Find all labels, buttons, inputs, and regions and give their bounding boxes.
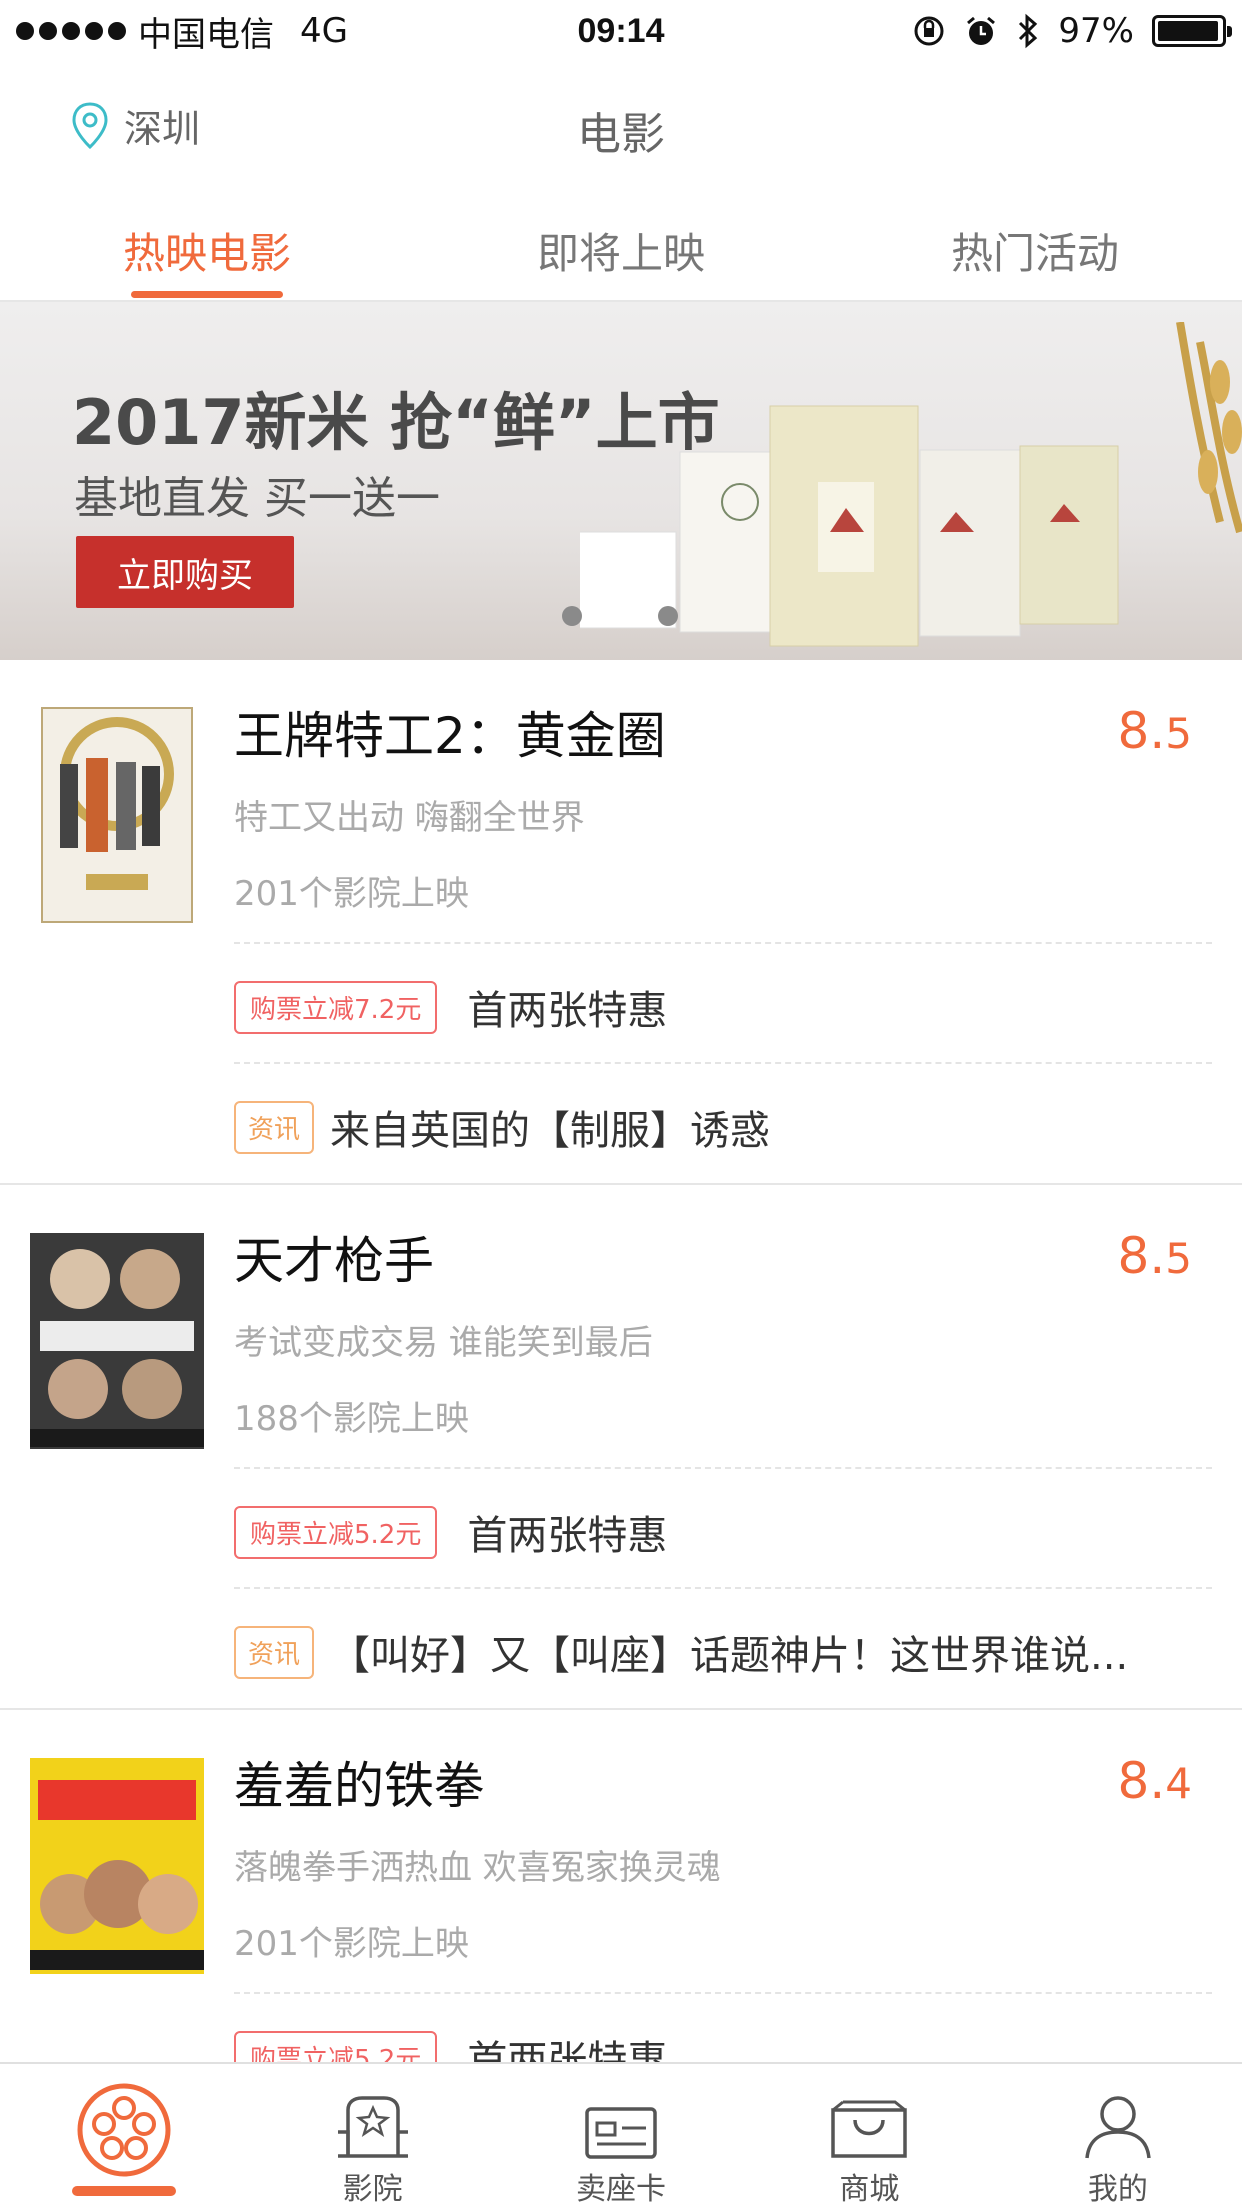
active-tab-indicator xyxy=(131,291,283,298)
location-pin-icon xyxy=(72,101,108,149)
promo-text: 首两张特惠 xyxy=(467,1513,668,1559)
battery-level xyxy=(1158,21,1219,41)
carousel-dot-active[interactable] xyxy=(610,606,630,626)
shopping-bag-icon xyxy=(831,2100,908,2158)
tab-mall[interactable]: 商城 xyxy=(745,2064,993,2208)
tab-card[interactable]: 卖座卡 xyxy=(497,2064,745,2208)
movie-poster xyxy=(30,1758,204,1974)
tab-label: 我的 xyxy=(1087,2172,1148,2207)
cinema-count: 188个影院上映 xyxy=(234,1399,469,1439)
page-title: 电影 xyxy=(577,109,665,160)
divider xyxy=(234,1587,1212,1589)
news-text: 来自英国的【制服】诱惑 xyxy=(330,1108,771,1154)
promo-row[interactable]: 购票立减5.2元 首两张特惠 xyxy=(234,1503,667,1561)
movie-score: 8.5 xyxy=(1117,702,1192,760)
divider xyxy=(234,1467,1212,1469)
news-badge: 资讯 xyxy=(234,1625,315,1679)
tab-hot-events[interactable]: 热门活动 xyxy=(828,190,1242,300)
movie-score: 8.4 xyxy=(1117,1752,1192,1810)
film-reel-icon xyxy=(77,2083,171,2177)
cinema-seat-icon xyxy=(337,2096,408,2158)
card-icon xyxy=(585,2107,657,2159)
cinema-count: 201个影院上映 xyxy=(234,874,469,914)
tab-home[interactable] xyxy=(0,2064,248,2208)
buy-now-button[interactable]: 立即购买 xyxy=(76,536,294,608)
movie-item[interactable]: 王牌特工2：黄金圈 8.5 特工又出动 嗨翻全世界 201个影院上映 购票立减7… xyxy=(0,660,1242,1185)
carousel-dot[interactable] xyxy=(658,606,678,626)
promo-badge: 购票立减7.2元 xyxy=(234,980,438,1034)
nav-bar: 深圳 电影 xyxy=(0,62,1242,190)
carousel-dot[interactable] xyxy=(562,606,582,626)
promo-badge: 购票立减5.2元 xyxy=(234,2030,438,2062)
tab-mine[interactable]: 我的 xyxy=(994,2064,1242,2208)
movie-title: 天才枪手 xyxy=(234,1232,434,1290)
carousel-indicator xyxy=(562,606,678,626)
status-bar: 中国电信 4G 09:14 97% xyxy=(0,0,1242,62)
bottom-tab-bar: 影院 卖座卡 商城 我的 xyxy=(0,2062,1242,2208)
movie-score: 8.5 xyxy=(1117,1227,1192,1285)
active-tab-indicator xyxy=(72,2186,177,2196)
movie-tabs: 热映电影 即将上映 热门活动 xyxy=(0,190,1242,302)
tab-label: 卖座卡 xyxy=(576,2172,667,2207)
tab-cinema[interactable]: 影院 xyxy=(248,2064,496,2208)
divider xyxy=(234,942,1212,944)
city-name: 深圳 xyxy=(124,107,201,151)
news-row[interactable]: 资讯 【叫好】又【叫座】话题神片！这世界谁说... xyxy=(234,1623,1194,1681)
promo-badge: 购票立减5.2元 xyxy=(234,1505,438,1559)
cinema-count: 201个影院上映 xyxy=(234,1924,469,1964)
promo-banner[interactable]: 2017新米 抢“鲜”上市 基地直发 买一送一 立即购买 xyxy=(0,302,1242,660)
battery-icon xyxy=(1152,15,1232,47)
tab-label: 即将上映 xyxy=(536,229,705,278)
tab-label: 商城 xyxy=(839,2172,900,2207)
movie-poster xyxy=(41,707,193,923)
divider xyxy=(234,1062,1212,1064)
movie-description: 特工又出动 嗨翻全世界 xyxy=(234,798,585,838)
news-badge: 资讯 xyxy=(234,1100,315,1154)
movie-description: 落魄拳手洒热血 欢喜冤家换灵魂 xyxy=(234,1848,721,1888)
promo-text: 首两张特惠 xyxy=(467,2038,668,2062)
movie-item[interactable]: 天才枪手 8.5 考试变成交易 谁能笑到最后 188个影院上映 购票立减5.2元… xyxy=(0,1185,1242,1710)
banner-subtitle: 基地直发 买一送一 xyxy=(74,473,440,524)
movie-description: 考试变成交易 谁能笑到最后 xyxy=(234,1323,653,1363)
promo-row[interactable]: 购票立减5.2元 首两张特惠 xyxy=(234,2028,667,2062)
user-icon xyxy=(1085,2096,1151,2159)
clock: 09:14 xyxy=(577,12,665,50)
movie-poster xyxy=(30,1233,204,1449)
news-row[interactable]: 资讯 来自英国的【制服】诱惑 xyxy=(234,1098,1194,1156)
divider xyxy=(234,1992,1212,1994)
movie-item[interactable]: 羞羞的铁拳 8.4 落魄拳手洒热血 欢喜冤家换灵魂 201个影院上映 购票立减5… xyxy=(0,1710,1242,2062)
news-text: 【叫好】又【叫座】话题神片！这世界谁说... xyxy=(330,1633,1129,1679)
tab-label: 影院 xyxy=(342,2172,403,2207)
tab-label: 热映电影 xyxy=(122,229,291,278)
movie-list: 王牌特工2：黄金圈 8.5 特工又出动 嗨翻全世界 201个影院上映 购票立减7… xyxy=(0,660,1242,2062)
rice-package-image xyxy=(580,322,1242,647)
tab-coming-soon[interactable]: 即将上映 xyxy=(414,190,828,300)
promo-text: 首两张特惠 xyxy=(467,988,668,1034)
city-selector[interactable]: 深圳 xyxy=(70,98,200,153)
movie-title: 王牌特工2：黄金圈 xyxy=(234,707,666,765)
promo-row[interactable]: 购票立减7.2元 首两张特惠 xyxy=(234,978,667,1036)
tab-now-showing[interactable]: 热映电影 xyxy=(0,190,414,300)
tab-label: 热门活动 xyxy=(950,229,1119,278)
movie-title: 羞羞的铁拳 xyxy=(234,1757,484,1815)
